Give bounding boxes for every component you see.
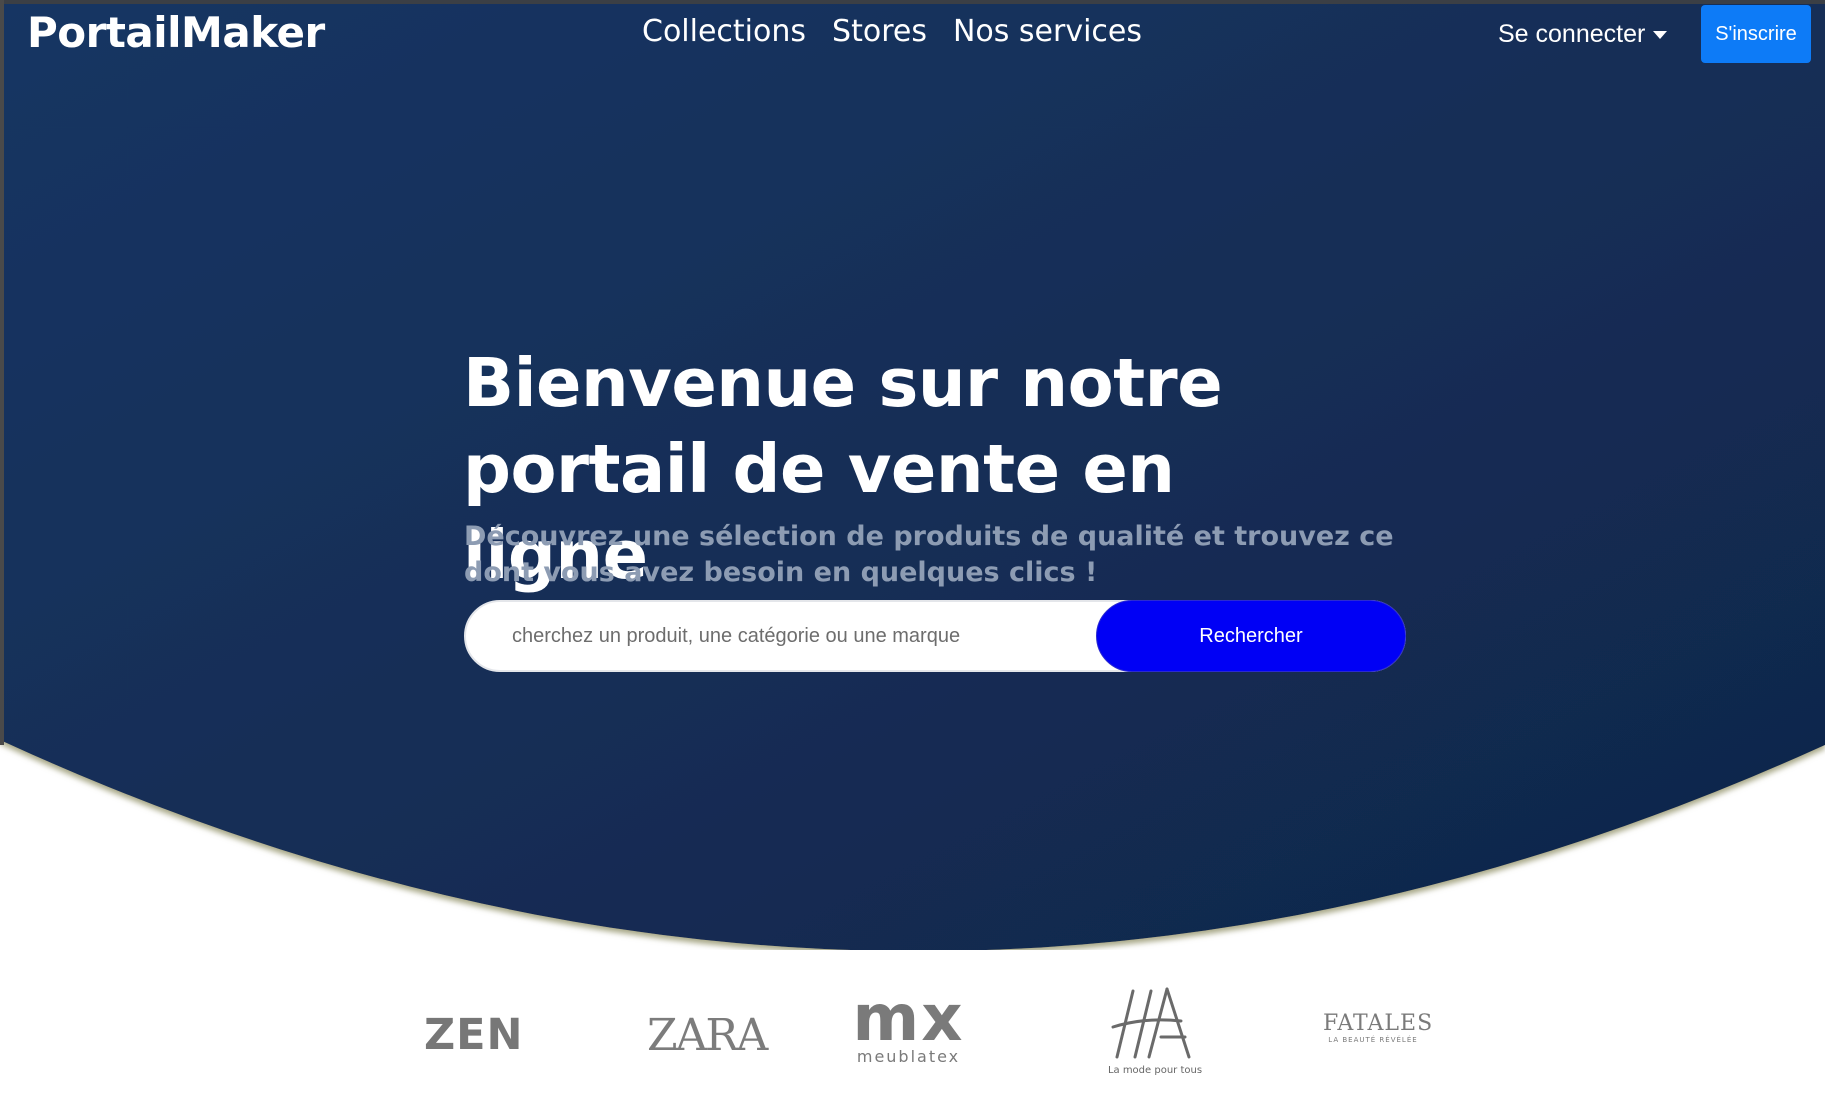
ha-monogram-icon: [1111, 987, 1191, 1059]
page: PortailMaker Collections Stores Nos serv…: [0, 0, 1825, 1094]
brand-logo-zara[interactable]: ZARA: [647, 1010, 768, 1061]
main-nav: Collections Stores Nos services: [642, 14, 1142, 49]
brand-logo-zen[interactable]: ZEN: [424, 1010, 524, 1060]
fatales-tagline: LA BEAUTÉ RÉVÉLÉE: [1328, 1036, 1418, 1044]
nav-link-stores[interactable]: Stores: [832, 14, 927, 49]
window-left-border: [0, 0, 4, 745]
brand-logo-fatales[interactable]: FATALES LA BEAUTÉ RÉVÉLÉE: [1323, 1011, 1434, 1045]
meublatex-name: meublatex: [856, 1047, 961, 1066]
fatales-name: FATALES: [1323, 1011, 1434, 1036]
hero-subtitle: Découvrez une sélection de produits de q…: [464, 521, 1394, 588]
brand-logo-ha[interactable]: La mode pour tous: [1100, 985, 1210, 1076]
brand-logo[interactable]: PortailMaker: [27, 8, 325, 57]
login-label: Se connecter: [1498, 20, 1646, 48]
window-top-border: [0, 0, 1825, 4]
signup-button[interactable]: S'inscrire: [1701, 5, 1811, 63]
login-dropdown[interactable]: Se connecter: [1498, 20, 1668, 49]
hero-title-line-1: Bienvenue sur notre: [463, 344, 1223, 422]
nav-link-collections[interactable]: Collections: [642, 14, 806, 49]
ha-tagline: La mode pour tous: [1107, 1065, 1203, 1076]
meublatex-mark: mx: [852, 982, 965, 1056]
search-button[interactable]: Rechercher: [1096, 600, 1406, 672]
caret-down-icon: [1653, 30, 1668, 39]
brand-logo-meublatex[interactable]: mx meublatex: [846, 982, 971, 1066]
search-form: Rechercher: [464, 600, 1406, 672]
nav-link-services[interactable]: Nos services: [953, 14, 1142, 49]
